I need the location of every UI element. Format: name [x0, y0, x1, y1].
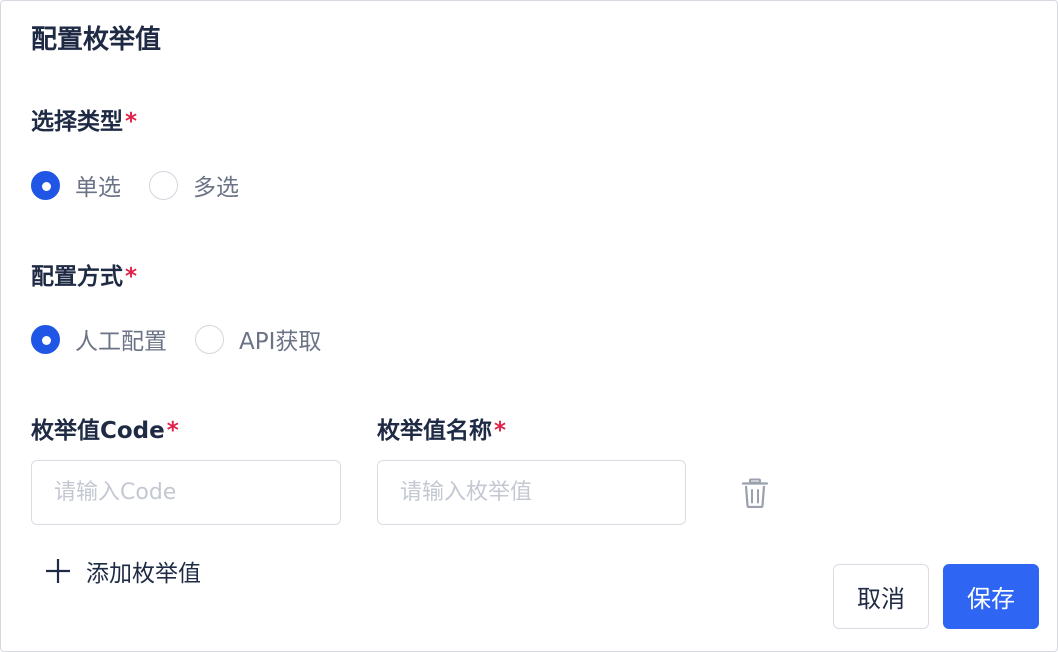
- select-type-radio-group: 单选 多选: [31, 168, 267, 202]
- required-mark: *: [166, 418, 179, 444]
- config-method-radio-group: 人工配置 API获取: [31, 322, 349, 356]
- config-method-label: 配置方式*: [31, 257, 137, 291]
- add-enum-label: 添加枚举值: [86, 561, 201, 587]
- config-method-label-text: 配置方式: [31, 264, 123, 290]
- radio-unchecked-icon: [195, 324, 224, 354]
- required-mark: *: [125, 109, 138, 135]
- radio-checked-icon: [31, 170, 60, 200]
- enum-config-dialog: 配置枚举值 选择类型* 单选 多选 配置方式* 人工配置 API获取 枚举值Co…: [0, 0, 1058, 652]
- radio-multi-select[interactable]: 多选: [149, 168, 239, 202]
- add-enum-button[interactable]: 添加枚举值: [45, 554, 201, 588]
- dialog-title: 配置枚举值: [31, 25, 162, 55]
- select-type-label-text: 选择类型: [31, 109, 123, 135]
- cancel-button[interactable]: 取消: [833, 564, 929, 629]
- enum-code-input[interactable]: [31, 460, 341, 525]
- trash-icon[interactable]: [741, 478, 769, 508]
- radio-checked-icon: [31, 324, 60, 354]
- select-type-label: 选择类型*: [31, 102, 137, 136]
- radio-unchecked-icon: [149, 170, 178, 200]
- enum-code-label-text: 枚举值Code: [31, 418, 165, 444]
- radio-single-select[interactable]: 单选: [31, 168, 121, 202]
- enum-name-label-text: 枚举值名称: [377, 418, 492, 444]
- enum-name-label: 枚举值名称*: [377, 411, 506, 445]
- plus-icon: [46, 559, 70, 583]
- radio-label: 多选: [193, 175, 239, 201]
- required-mark: *: [494, 418, 507, 444]
- radio-label: 单选: [75, 175, 121, 201]
- enum-name-input[interactable]: [377, 460, 686, 525]
- enum-code-label: 枚举值Code*: [31, 411, 179, 445]
- required-mark: *: [125, 264, 138, 290]
- radio-label: API获取: [239, 329, 322, 355]
- radio-api-fetch[interactable]: API获取: [195, 322, 321, 356]
- radio-label: 人工配置: [75, 329, 167, 355]
- save-button[interactable]: 保存: [943, 564, 1039, 629]
- radio-manual-config[interactable]: 人工配置: [31, 322, 167, 356]
